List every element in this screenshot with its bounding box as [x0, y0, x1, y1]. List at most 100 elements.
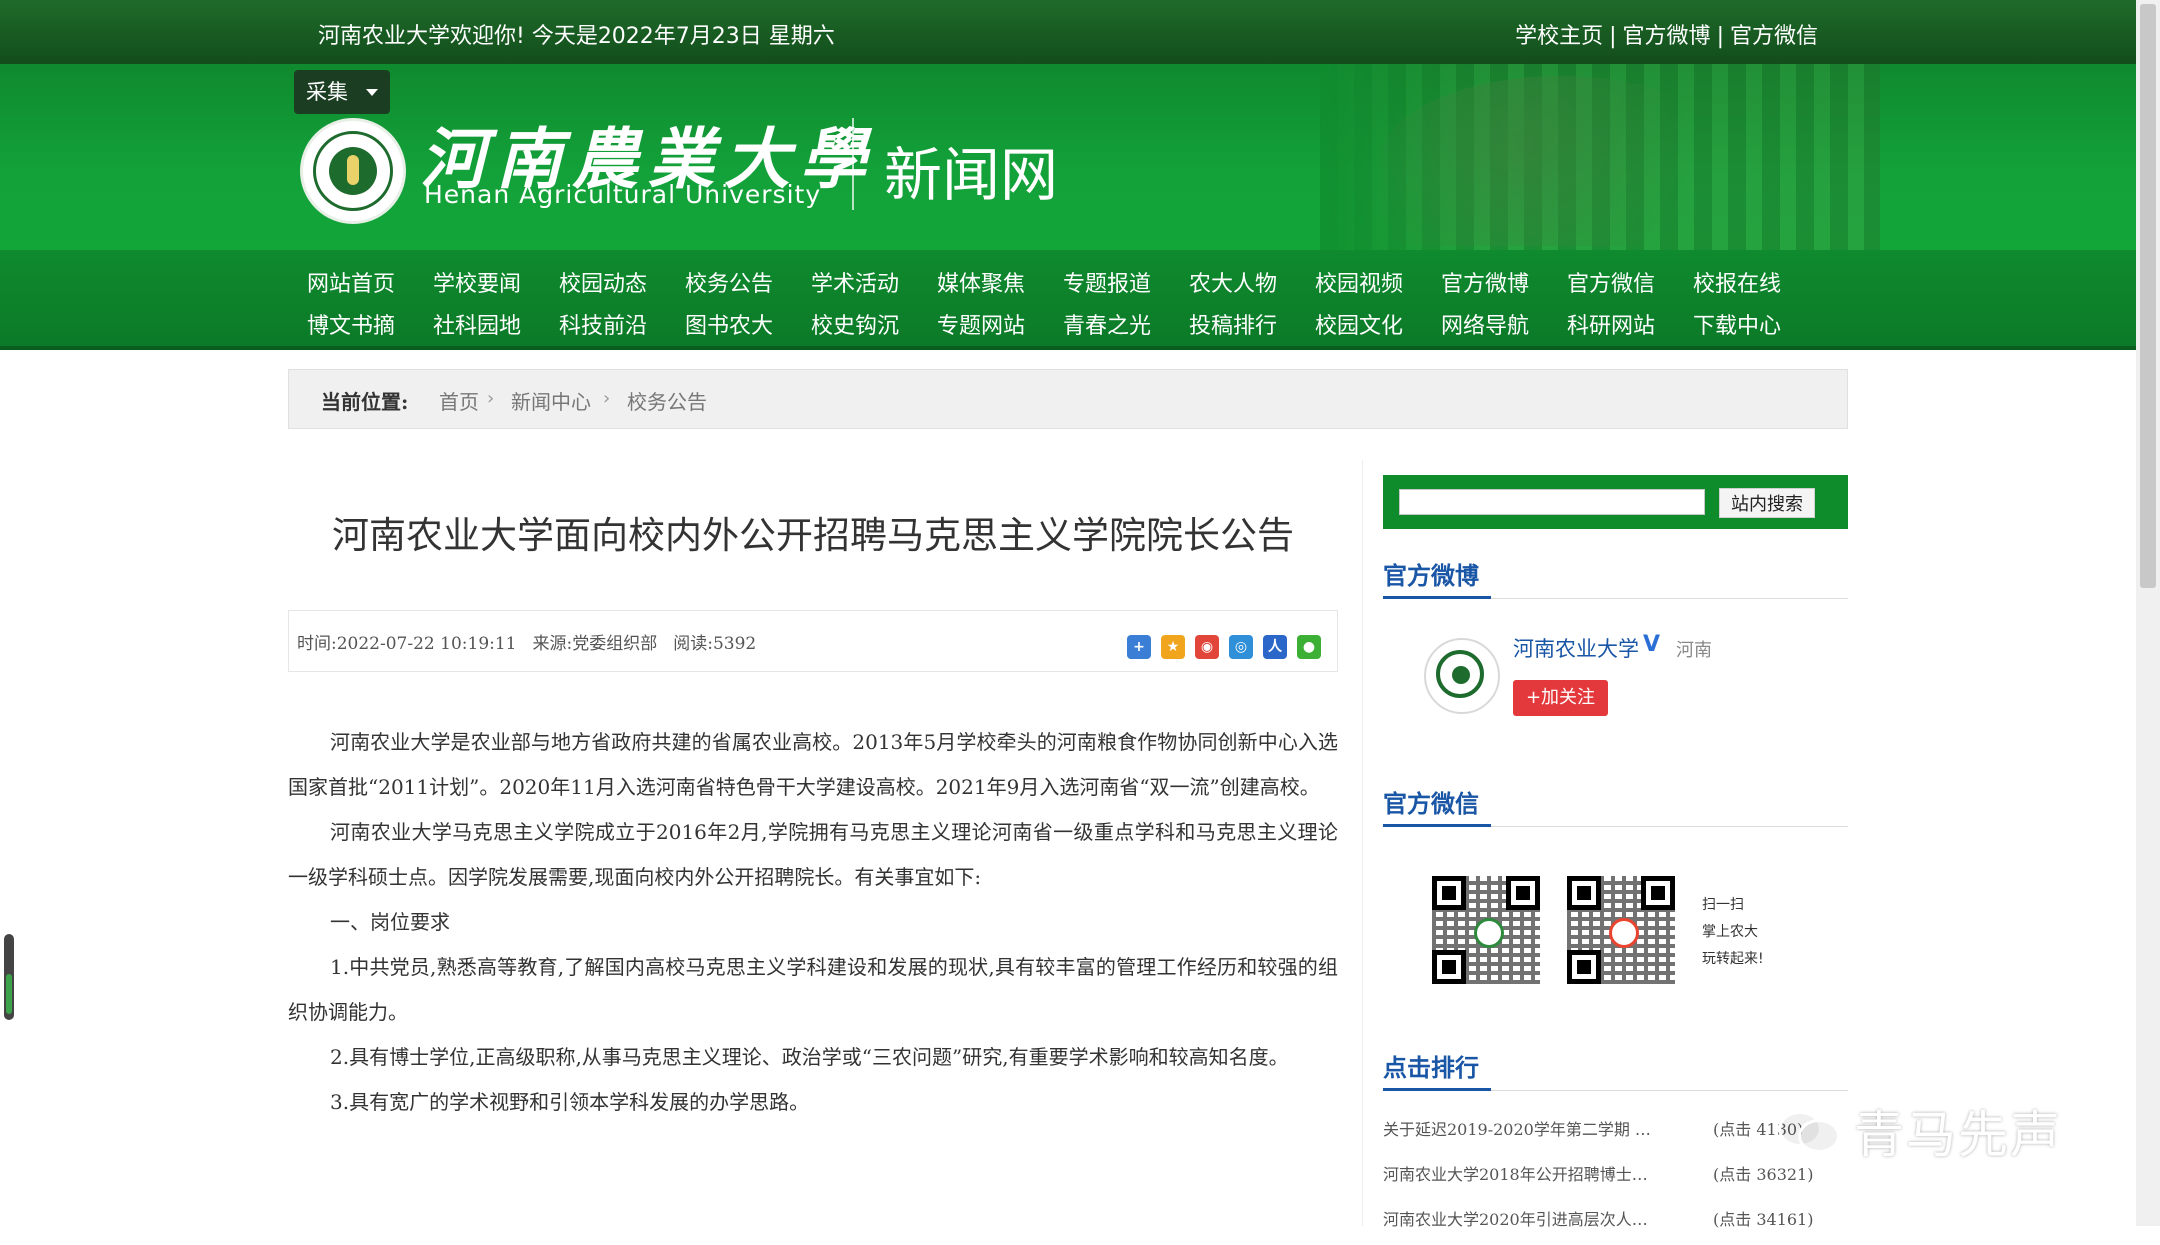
university-name-en: Henan Agricultural University — [424, 180, 822, 209]
article-paragraph: 河南农业大学是农业部与地方省政府共建的省属农业高校。2013年5月学校牵头的河南… — [288, 730, 1338, 799]
article-paragraph: 2.具有博士学位,正高级职称,从事马克思主义理论、政治学或“三农问题”研究,有重… — [330, 1045, 1289, 1069]
nav-row-2: 博文书摘 社科园地 科技前沿 图书农大 校史钩沉 专题网站 青春之光 投稿排行 … — [288, 308, 1800, 340]
nav-item[interactable]: 官方微博 — [1422, 266, 1548, 298]
article-paragraph: 1.中共党员,熟悉高等教育,了解国内高校马克思主义学科建设和发展的现状,具有较丰… — [288, 955, 1338, 1024]
article-paragraph: 一、岗位要求 — [330, 910, 450, 934]
university-seal-logo — [300, 118, 406, 224]
breadcrumb-label: 当前位置: — [321, 390, 409, 414]
nav-item[interactable]: 下载中心 — [1674, 308, 1800, 340]
nav-item[interactable]: 投稿排行 — [1170, 308, 1296, 340]
nav-item[interactable]: 网络导航 — [1422, 308, 1548, 340]
tree-background — [1380, 76, 1740, 246]
chevron-right-icon: › — [487, 388, 495, 409]
wechat-caption: 扫一扫 掌上农大 玩转起来! — [1702, 892, 1764, 973]
list-item: 河南农业大学2020年引进高层次人… (点击 34161) — [1383, 1200, 1848, 1245]
rank-item-link[interactable]: 关于延迟2019-2020学年第二学期 … — [1383, 1116, 1673, 1140]
nav-item[interactable]: 网站首页 — [288, 266, 414, 298]
official-wechat-link[interactable]: 官方微信 — [1730, 24, 1818, 49]
chat-bubble-icon — [1778, 1103, 1840, 1153]
nav-item[interactable]: 青春之光 — [1044, 308, 1170, 340]
main-nav: 网站首页 学校要闻 校园动态 校务公告 学术活动 媒体聚焦 专题报道 农大人物 … — [0, 250, 2136, 350]
scrollbar-thumb[interactable] — [2140, 4, 2156, 588]
nav-item[interactable]: 社科园地 — [414, 308, 540, 340]
rank-section-title: 点击排行 — [1383, 1048, 1491, 1091]
wechat-section-title: 官方微信 — [1383, 784, 1491, 827]
qr-code-icon — [1432, 876, 1540, 984]
welcome-text: 河南农业大学欢迎你! 今天是2022年7月23日 星期六 — [318, 24, 835, 49]
vertical-scrollbar[interactable] — [2136, 0, 2160, 1226]
weibo-section-title: 官方微博 — [1383, 556, 1491, 599]
top-bar: 河南农业大学欢迎你! 今天是2022年7月23日 星期六 学校主页 | 官方微博 | 官… — [0, 0, 2136, 64]
nav-item[interactable]: 图书农大 — [666, 308, 792, 340]
column-divider — [1362, 460, 1363, 1226]
watermark-text: 青马先声 — [1854, 1106, 2062, 1164]
breadcrumb-category-link[interactable]: 校务公告 — [627, 386, 707, 415]
nav-item[interactable]: 学术活动 — [792, 266, 918, 298]
watermark: 青马先声 — [1778, 1093, 2098, 1164]
site-search: 站内搜索 — [1383, 475, 1848, 529]
follow-button[interactable]: +加关注 — [1513, 680, 1608, 716]
nav-item[interactable]: 校园文化 — [1296, 308, 1422, 340]
separator: | — [1716, 24, 1724, 49]
side-drag-handle[interactable] — [4, 934, 14, 1020]
chevron-right-icon: › — [603, 388, 611, 409]
caret-down-icon — [366, 89, 378, 96]
nav-item[interactable]: 校报在线 — [1674, 266, 1800, 298]
rank-item-count: (点击 34161) — [1713, 1210, 1814, 1229]
share-wechat-icon[interactable]: ● — [1297, 635, 1321, 659]
rank-item-count: (点击 36321) — [1713, 1165, 1814, 1184]
nav-item[interactable]: 校园动态 — [540, 266, 666, 298]
share-tencent-icon[interactable]: ◎ — [1229, 635, 1253, 659]
weibo-account-name[interactable]: 河南农业大学 — [1513, 633, 1639, 663]
verified-v-icon: V — [1643, 632, 1661, 657]
logo-divider — [852, 118, 854, 210]
article-paragraph: 3.具有宽广的学术视野和引领本学科发展的办学思路。 — [330, 1090, 810, 1114]
nav-item[interactable]: 科技前沿 — [540, 308, 666, 340]
separator: | — [1609, 24, 1617, 49]
share-qzone-icon[interactable]: ★ — [1161, 635, 1185, 659]
nav-item[interactable]: 农大人物 — [1170, 266, 1296, 298]
school-home-link[interactable]: 学校主页 — [1515, 24, 1603, 49]
collect-dropdown[interactable]: 采集 — [294, 70, 390, 114]
wechat-section-header: 官方微信 — [1383, 784, 1848, 827]
breadcrumb-home-link[interactable]: 首页 — [439, 386, 479, 415]
breadcrumb-news-link[interactable]: 新闻中心 — [511, 386, 591, 415]
qr-code-icon — [1567, 876, 1675, 984]
caption-line: 玩转起来! — [1702, 951, 1764, 967]
nav-item[interactable]: 科研网站 — [1548, 308, 1674, 340]
nav-item[interactable]: 校史钩沉 — [792, 308, 918, 340]
site-name: 新闻网 — [884, 141, 1059, 209]
collect-label: 采集 — [306, 80, 348, 104]
share-renren-icon[interactable]: 人 — [1263, 635, 1287, 659]
caption-line: 掌上农大 — [1702, 924, 1758, 940]
rank-item-link[interactable]: 河南农业大学2020年引进高层次人… — [1383, 1206, 1673, 1230]
nav-item[interactable]: 专题网站 — [918, 308, 1044, 340]
nav-item[interactable]: 校园视频 — [1296, 266, 1422, 298]
share-buttons: + ★ ◉ ◎ 人 ● — [1127, 635, 1321, 659]
search-input[interactable] — [1399, 489, 1705, 515]
share-more-icon[interactable]: + — [1127, 635, 1151, 659]
rank-section-header: 点击排行 — [1383, 1048, 1848, 1091]
nav-item[interactable]: 学校要闻 — [414, 266, 540, 298]
top-links: 学校主页 | 官方微博 | 官方微信 — [1515, 18, 1818, 50]
article-source: 来源:党委组织部 — [532, 634, 658, 654]
share-weibo-icon[interactable]: ◉ — [1195, 635, 1219, 659]
breadcrumb: 当前位置: 首页 › 新闻中心 › 校务公告 — [288, 369, 1848, 429]
nav-item[interactable]: 博文书摘 — [288, 308, 414, 340]
meta-text: 时间:2022-07-22 10:19:11 来源:党委组织部 阅读:5392 — [297, 629, 772, 654]
rank-item-link[interactable]: 河南农业大学2018年公开招聘博士… — [1383, 1161, 1673, 1185]
site-search-button[interactable]: 站内搜索 — [1719, 488, 1815, 518]
nav-item[interactable]: 媒体聚焦 — [918, 266, 1044, 298]
publish-time: 时间:2022-07-22 10:19:11 — [297, 634, 517, 654]
nav-row-1: 网站首页 学校要闻 校园动态 校务公告 学术活动 媒体聚焦 专题报道 农大人物 … — [288, 266, 1800, 298]
weibo-location: 河南 — [1676, 640, 1712, 661]
official-weibo-link[interactable]: 官方微博 — [1623, 24, 1711, 49]
nav-item[interactable]: 专题报道 — [1044, 266, 1170, 298]
article-body: 河南农业大学是农业部与地方省政府共建的省属农业高校。2013年5月学校牵头的河南… — [288, 720, 1338, 1125]
nav-item[interactable]: 校务公告 — [666, 266, 792, 298]
weibo-section-header: 官方微博 — [1383, 556, 1848, 599]
article-meta: 时间:2022-07-22 10:19:11 来源:党委组织部 阅读:5392 + … — [288, 610, 1338, 672]
weibo-avatar[interactable] — [1424, 638, 1500, 714]
caption-line: 扫一扫 — [1702, 897, 1744, 913]
nav-item[interactable]: 官方微信 — [1548, 266, 1674, 298]
